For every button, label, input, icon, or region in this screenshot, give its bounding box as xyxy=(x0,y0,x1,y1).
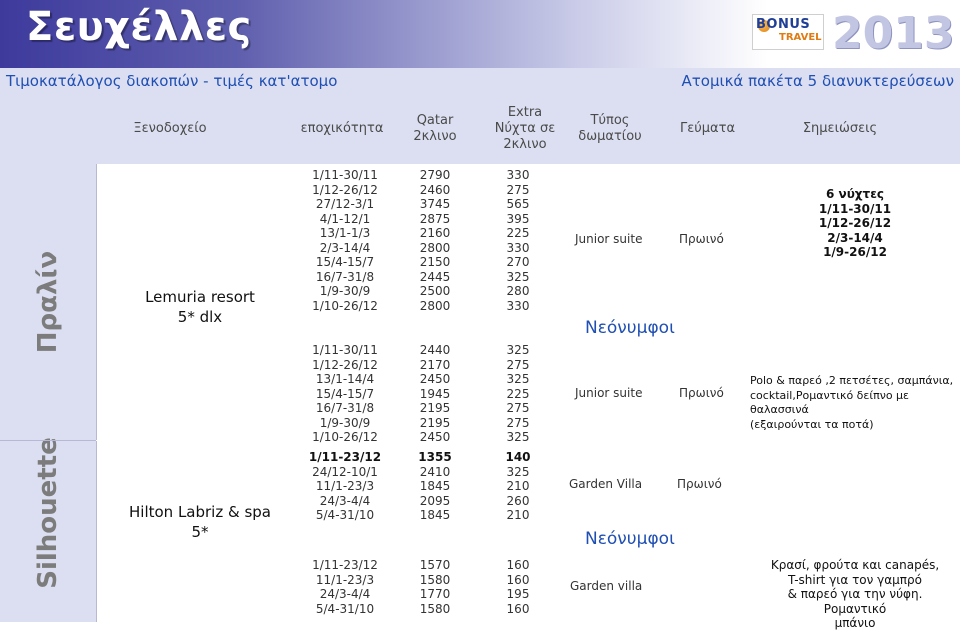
season-list: 1/11-30/11 1/12-26/12 27/12-3/1 4/1-12/1… xyxy=(312,168,378,313)
hotel-name-lemuria: Lemuria resort 5* dlx xyxy=(100,287,300,327)
header-extra-night: Extra Νύχτα σε 2κλινο xyxy=(494,105,556,152)
subtitle-bar: Τιμοκατάλογος διακοπών - τιμές κατ'ατομο… xyxy=(0,68,960,94)
extra-night-list: 160 160 195 160 xyxy=(506,558,530,616)
side-label-silhouette: Silhouette xyxy=(33,437,63,589)
section-divider xyxy=(0,440,96,441)
title-banner: Σευχέλλες BONUS TRAVEL 2013 xyxy=(0,0,960,68)
honeymoon-caption: Νεόνυμφοι xyxy=(585,318,675,338)
side-label-praslin: Πραλίν xyxy=(33,250,63,354)
qatar-price-list: 2410 1845 2095 1845 xyxy=(419,464,451,523)
season-list: 24/12-10/1 11/1-23/3 24/3-4/4 5/4-31/10 xyxy=(312,464,378,523)
side-band-praslin: Πραλίν xyxy=(0,164,97,440)
season-list: 1/11-23/12 11/1-23/3 24/3-4/4 5/4-31/10 xyxy=(312,558,378,616)
extra-night-first: 140 xyxy=(505,450,531,464)
pricelist-subtitle: Τιμοκατάλογος διακοπών - τιμές κατ'ατομο xyxy=(6,72,338,90)
year-label: 2013 xyxy=(832,8,955,59)
table-header: Ξενοδοχείο εποχικότητα Qatar 2κλινο Extr… xyxy=(0,94,960,164)
honeymoon-caption: Νεόνυμφοι xyxy=(585,529,675,549)
side-band-silhouette: Silhouette xyxy=(0,437,97,622)
header-meals: Γεύματα xyxy=(679,121,736,136)
qatar-price-list: 1570 1580 1770 1580 xyxy=(419,558,451,616)
page-title: Σευχέλλες xyxy=(26,4,252,50)
meal-plan: Πρωινό xyxy=(679,232,724,246)
logo-travel-text: TRAVEL xyxy=(779,32,822,43)
extra-night-list: 330 275 565 395 225 330 270 325 280 330 xyxy=(506,168,530,313)
hotel-name: Lemuria resort xyxy=(145,288,255,306)
qatar-price-list: 2440 2170 2450 1945 2195 2195 2450 xyxy=(419,343,451,444)
header-notes: Σημειώσεις xyxy=(802,121,878,136)
header-qatar: Qatar 2κλινο xyxy=(413,113,457,144)
room-type: Garden villa xyxy=(570,579,643,593)
header-season: εποχικότητα xyxy=(300,121,384,136)
note-text: 6 νύχτες 1/11-30/11 1/12-26/12 2/3-14/4 … xyxy=(818,187,892,259)
hotel-category: 5* dlx xyxy=(177,308,223,326)
meal-plan: Πρωινό xyxy=(679,386,724,400)
logo-bonus-text: BONUS xyxy=(756,17,811,32)
meal-plan: Πρωινό xyxy=(677,477,722,491)
qatar-price-first: 1355 xyxy=(418,450,452,464)
hotel-category: 5* xyxy=(191,523,209,541)
header-hotel: Ξενοδοχείο xyxy=(133,121,207,136)
qatar-price-list: 2790 2460 3745 2875 2160 2800 2150 2445 … xyxy=(419,168,451,313)
extra-night-list: 325 210 260 210 xyxy=(506,464,530,523)
bonus-travel-logo: BONUS TRAVEL xyxy=(752,14,824,50)
room-type: Junior suite xyxy=(575,232,643,246)
package-subtitle: Ατομικά πακέτα 5 διανυκτερεύσεων xyxy=(681,72,955,90)
hotel-name-hilton: Hilton Labriz & spa 5* xyxy=(100,502,300,542)
note-text: Κρασί, φρούτα και canapés, T-shirt για τ… xyxy=(770,558,940,630)
extra-night-list: 325 275 325 225 275 275 325 xyxy=(506,343,530,444)
season-list: 1/11-30/11 1/12-26/12 13/1-14/4 15/4-15/… xyxy=(312,343,378,444)
note-text: Polo & παρεό ,2 πετσέτες, σαμπάνια, cock… xyxy=(750,374,954,431)
hotel-name: Hilton Labriz & spa xyxy=(129,503,271,521)
room-type: Garden Villa xyxy=(569,477,643,491)
header-room-type: Τύπος δωματίου xyxy=(578,113,642,144)
room-type: Junior suite xyxy=(575,386,643,400)
season-first: 1/11-23/12 xyxy=(308,450,382,464)
